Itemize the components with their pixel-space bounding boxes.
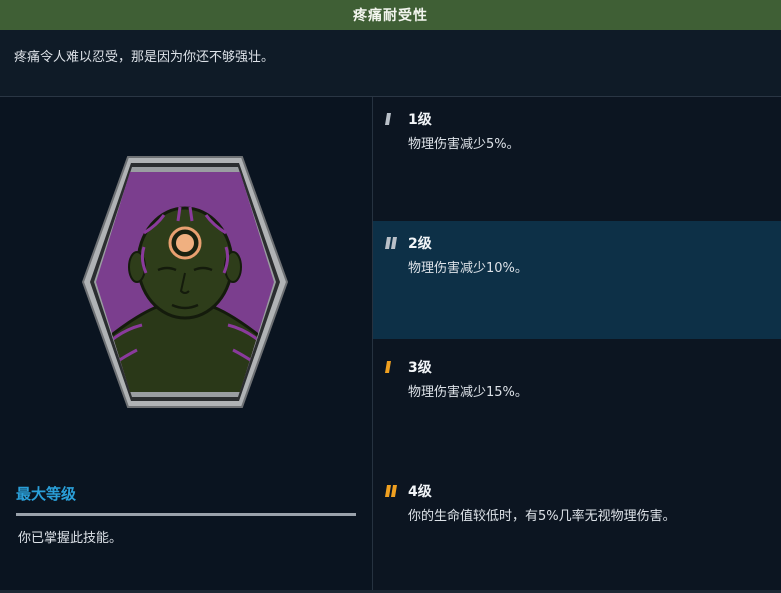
level-row-2[interactable]: 2级 物理伤害减少10%。 bbox=[373, 221, 781, 339]
max-level-divider bbox=[16, 513, 356, 516]
level-label: 3级 bbox=[408, 360, 432, 376]
title-bar: 疼痛耐受性 bbox=[0, 0, 781, 30]
level-pips-icon bbox=[385, 237, 397, 249]
level-description: 你的生命值较低时，有5%几率无视物理伤害。 bbox=[408, 509, 676, 524]
level-label: 2级 bbox=[408, 236, 432, 252]
level-row-1[interactable]: 1级 物理伤害减少5%。 bbox=[373, 97, 781, 215]
level-label: 4级 bbox=[408, 484, 432, 500]
skill-levels-panel: 1级 物理伤害减少5%。 2级 物理伤害减少10%。 3级 物理伤害减少15%。… bbox=[373, 97, 781, 593]
description-area: 疼痛令人难以忍受，那是因为你还不够强壮。 bbox=[0, 30, 781, 97]
skill-description: 疼痛令人难以忍受，那是因为你还不够强壮。 bbox=[14, 50, 275, 65]
level-description: 物理伤害减少10%。 bbox=[408, 261, 528, 276]
skill-icon-panel: 最大等级 你已掌握此技能。 bbox=[0, 97, 373, 593]
level-pips-icon bbox=[385, 361, 391, 373]
level-description: 物理伤害减少15%。 bbox=[408, 385, 528, 400]
level-pip bbox=[385, 237, 391, 249]
level-row-3[interactable]: 3级 物理伤害减少15%。 bbox=[373, 345, 781, 463]
max-level-label: 最大等级 bbox=[16, 485, 77, 503]
pain-tolerance-head-icon bbox=[82, 156, 288, 408]
level-pip bbox=[385, 361, 391, 373]
level-pips-icon bbox=[385, 485, 397, 497]
level-pip bbox=[385, 485, 391, 497]
mastered-status-text: 你已掌握此技能。 bbox=[18, 531, 123, 546]
level-pip bbox=[391, 485, 397, 497]
level-pips-icon bbox=[385, 113, 391, 125]
level-description: 物理伤害减少5%。 bbox=[408, 137, 520, 152]
level-label: 1级 bbox=[408, 112, 432, 128]
level-pip bbox=[391, 237, 397, 249]
skill-title: 疼痛耐受性 bbox=[353, 8, 428, 24]
level-row-4[interactable]: 4级 你的生命值较低时，有5%几率无视物理伤害。 bbox=[373, 469, 781, 587]
level-pip bbox=[385, 113, 391, 125]
